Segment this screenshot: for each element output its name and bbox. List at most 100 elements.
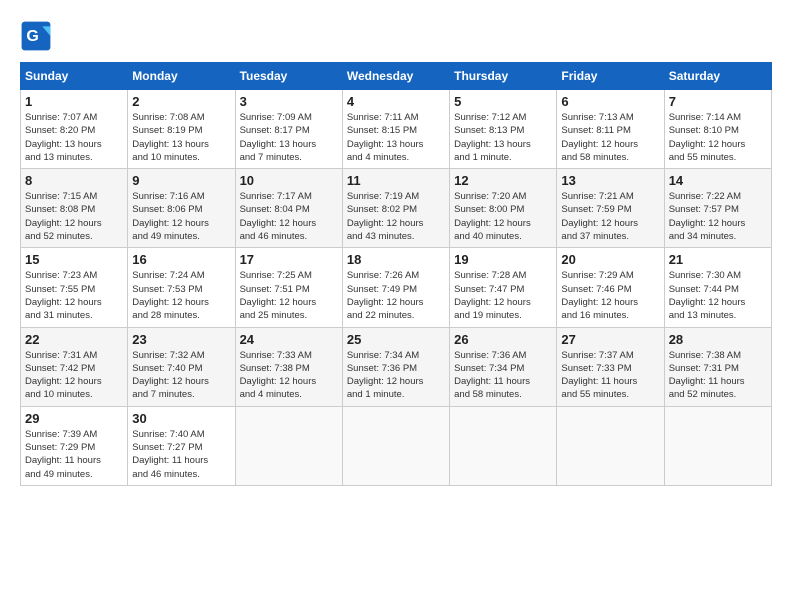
calendar-cell: 27 Sunrise: 7:37 AM Sunset: 7:33 PM Dayli… xyxy=(557,327,664,406)
calendar-cell: 5Sunrise: 7:12 AM Sunset: 8:13 PM Daylig… xyxy=(450,90,557,169)
day-info: Sunrise: 7:26 AM Sunset: 7:49 PM Dayligh… xyxy=(347,269,445,322)
day-info: Sunrise: 7:32 AM Sunset: 7:40 PM Dayligh… xyxy=(132,349,230,402)
calendar-cell: 10Sunrise: 7:17 AM Sunset: 8:04 PM Dayli… xyxy=(235,169,342,248)
svg-text:G: G xyxy=(26,28,38,45)
day-info: Sunrise: 7:28 AM Sunset: 7:47 PM Dayligh… xyxy=(454,269,552,322)
logo-icon: G xyxy=(20,20,52,52)
day-number: 24 xyxy=(240,332,338,347)
day-number: 20 xyxy=(561,252,659,267)
calendar-cell: 4 Sunrise: 7:11 AM Sunset: 8:15 PM Daylig… xyxy=(342,90,449,169)
day-number: 27 xyxy=(561,332,659,347)
day-number: 1 xyxy=(25,94,123,109)
day-info: Sunrise: 7:16 AM Sunset: 8:06 PM Dayligh… xyxy=(132,190,230,243)
calendar-cell xyxy=(235,406,342,485)
weekday-header: Wednesday xyxy=(342,63,449,90)
day-info: Sunrise: 7:11 AM Sunset: 8:15 PM Dayligh… xyxy=(347,111,445,164)
day-number: 23 xyxy=(132,332,230,347)
calendar-cell: 6 Sunrise: 7:13 AM Sunset: 8:11 PM Daylig… xyxy=(557,90,664,169)
day-number: 16 xyxy=(132,252,230,267)
weekday-header: Thursday xyxy=(450,63,557,90)
day-info: Sunrise: 7:14 AM Sunset: 8:10 PM Dayligh… xyxy=(669,111,767,164)
calendar-cell: 25Sunrise: 7:34 AM Sunset: 7:36 PM Dayli… xyxy=(342,327,449,406)
day-number: 12 xyxy=(454,173,552,188)
day-number: 8 xyxy=(25,173,123,188)
calendar-cell: 26 Sunrise: 7:36 AM Sunset: 7:34 PM Dayli… xyxy=(450,327,557,406)
day-info: Sunrise: 7:37 AM Sunset: 7:33 PM Dayligh… xyxy=(561,349,659,402)
calendar-week-row: 22 Sunrise: 7:31 AM Sunset: 7:42 PM Dayli… xyxy=(21,327,772,406)
weekday-header: Friday xyxy=(557,63,664,90)
day-info: Sunrise: 7:30 AM Sunset: 7:44 PM Dayligh… xyxy=(669,269,767,322)
calendar-cell xyxy=(664,406,771,485)
calendar-cell xyxy=(557,406,664,485)
calendar-cell: 23 Sunrise: 7:32 AM Sunset: 7:40 PM Dayli… xyxy=(128,327,235,406)
day-number: 14 xyxy=(669,173,767,188)
day-number: 18 xyxy=(347,252,445,267)
calendar-cell xyxy=(450,406,557,485)
calendar-cell: 11 Sunrise: 7:19 AM Sunset: 8:02 PM Dayli… xyxy=(342,169,449,248)
calendar-week-row: 8Sunrise: 7:15 AM Sunset: 8:08 PM Daylig… xyxy=(21,169,772,248)
logo: G xyxy=(20,20,56,52)
day-number: 5 xyxy=(454,94,552,109)
day-info: Sunrise: 7:38 AM Sunset: 7:31 PM Dayligh… xyxy=(669,349,767,402)
day-info: Sunrise: 7:33 AM Sunset: 7:38 PM Dayligh… xyxy=(240,349,338,402)
day-number: 13 xyxy=(561,173,659,188)
day-number: 22 xyxy=(25,332,123,347)
day-info: Sunrise: 7:13 AM Sunset: 8:11 PM Dayligh… xyxy=(561,111,659,164)
day-info: Sunrise: 7:21 AM Sunset: 7:59 PM Dayligh… xyxy=(561,190,659,243)
calendar-cell: 17Sunrise: 7:25 AM Sunset: 7:51 PM Dayli… xyxy=(235,248,342,327)
day-number: 11 xyxy=(347,173,445,188)
calendar-table: SundayMondayTuesdayWednesdayThursdayFrid… xyxy=(20,62,772,486)
weekday-header: Monday xyxy=(128,63,235,90)
calendar-cell: 20 Sunrise: 7:29 AM Sunset: 7:46 PM Dayli… xyxy=(557,248,664,327)
day-info: Sunrise: 7:09 AM Sunset: 8:17 PM Dayligh… xyxy=(240,111,338,164)
calendar-cell: 14 Sunrise: 7:22 AM Sunset: 7:57 PM Dayli… xyxy=(664,169,771,248)
day-info: Sunrise: 7:07 AM Sunset: 8:20 PM Dayligh… xyxy=(25,111,123,164)
weekday-header: Sunday xyxy=(21,63,128,90)
calendar-cell: 13 Sunrise: 7:21 AM Sunset: 7:59 PM Dayli… xyxy=(557,169,664,248)
day-info: Sunrise: 7:39 AM Sunset: 7:29 PM Dayligh… xyxy=(25,428,123,481)
calendar-cell: 3 Sunrise: 7:09 AM Sunset: 8:17 PM Daylig… xyxy=(235,90,342,169)
day-number: 26 xyxy=(454,332,552,347)
day-number: 9 xyxy=(132,173,230,188)
weekday-header-row: SundayMondayTuesdayWednesdayThursdayFrid… xyxy=(21,63,772,90)
day-number: 15 xyxy=(25,252,123,267)
calendar-cell xyxy=(342,406,449,485)
day-info: Sunrise: 7:22 AM Sunset: 7:57 PM Dayligh… xyxy=(669,190,767,243)
day-info: Sunrise: 7:29 AM Sunset: 7:46 PM Dayligh… xyxy=(561,269,659,322)
calendar-cell: 8Sunrise: 7:15 AM Sunset: 8:08 PM Daylig… xyxy=(21,169,128,248)
day-number: 7 xyxy=(669,94,767,109)
day-info: Sunrise: 7:36 AM Sunset: 7:34 PM Dayligh… xyxy=(454,349,552,402)
day-info: Sunrise: 7:24 AM Sunset: 7:53 PM Dayligh… xyxy=(132,269,230,322)
calendar-cell: 9 Sunrise: 7:16 AM Sunset: 8:06 PM Daylig… xyxy=(128,169,235,248)
calendar-cell: 30Sunrise: 7:40 AM Sunset: 7:27 PM Dayli… xyxy=(128,406,235,485)
calendar-cell: 15 Sunrise: 7:23 AM Sunset: 7:55 PM Dayli… xyxy=(21,248,128,327)
calendar-week-row: 1 Sunrise: 7:07 AM Sunset: 8:20 PM Daylig… xyxy=(21,90,772,169)
calendar-cell: 7 Sunrise: 7:14 AM Sunset: 8:10 PM Daylig… xyxy=(664,90,771,169)
day-info: Sunrise: 7:34 AM Sunset: 7:36 PM Dayligh… xyxy=(347,349,445,402)
calendar-cell: 24 Sunrise: 7:33 AM Sunset: 7:38 PM Dayli… xyxy=(235,327,342,406)
day-number: 29 xyxy=(25,411,123,426)
day-info: Sunrise: 7:31 AM Sunset: 7:42 PM Dayligh… xyxy=(25,349,123,402)
weekday-header: Saturday xyxy=(664,63,771,90)
day-info: Sunrise: 7:19 AM Sunset: 8:02 PM Dayligh… xyxy=(347,190,445,243)
calendar-cell: 18 Sunrise: 7:26 AM Sunset: 7:49 PM Dayli… xyxy=(342,248,449,327)
calendar-cell: 16 Sunrise: 7:24 AM Sunset: 7:53 PM Dayli… xyxy=(128,248,235,327)
day-number: 2 xyxy=(132,94,230,109)
day-info: Sunrise: 7:40 AM Sunset: 7:27 PM Dayligh… xyxy=(132,428,230,481)
day-number: 28 xyxy=(669,332,767,347)
day-info: Sunrise: 7:08 AM Sunset: 8:19 PM Dayligh… xyxy=(132,111,230,164)
calendar-cell: 12 Sunrise: 7:20 AM Sunset: 8:00 PM Dayli… xyxy=(450,169,557,248)
day-number: 4 xyxy=(347,94,445,109)
calendar-cell: 22 Sunrise: 7:31 AM Sunset: 7:42 PM Dayli… xyxy=(21,327,128,406)
day-info: Sunrise: 7:20 AM Sunset: 8:00 PM Dayligh… xyxy=(454,190,552,243)
calendar-week-row: 15 Sunrise: 7:23 AM Sunset: 7:55 PM Dayli… xyxy=(21,248,772,327)
day-number: 3 xyxy=(240,94,338,109)
day-number: 6 xyxy=(561,94,659,109)
day-number: 21 xyxy=(669,252,767,267)
day-info: Sunrise: 7:25 AM Sunset: 7:51 PM Dayligh… xyxy=(240,269,338,322)
day-number: 19 xyxy=(454,252,552,267)
calendar-cell: 19 Sunrise: 7:28 AM Sunset: 7:47 PM Dayli… xyxy=(450,248,557,327)
day-info: Sunrise: 7:23 AM Sunset: 7:55 PM Dayligh… xyxy=(25,269,123,322)
calendar-cell: 1 Sunrise: 7:07 AM Sunset: 8:20 PM Daylig… xyxy=(21,90,128,169)
calendar-cell: 2 Sunrise: 7:08 AM Sunset: 8:19 PM Daylig… xyxy=(128,90,235,169)
